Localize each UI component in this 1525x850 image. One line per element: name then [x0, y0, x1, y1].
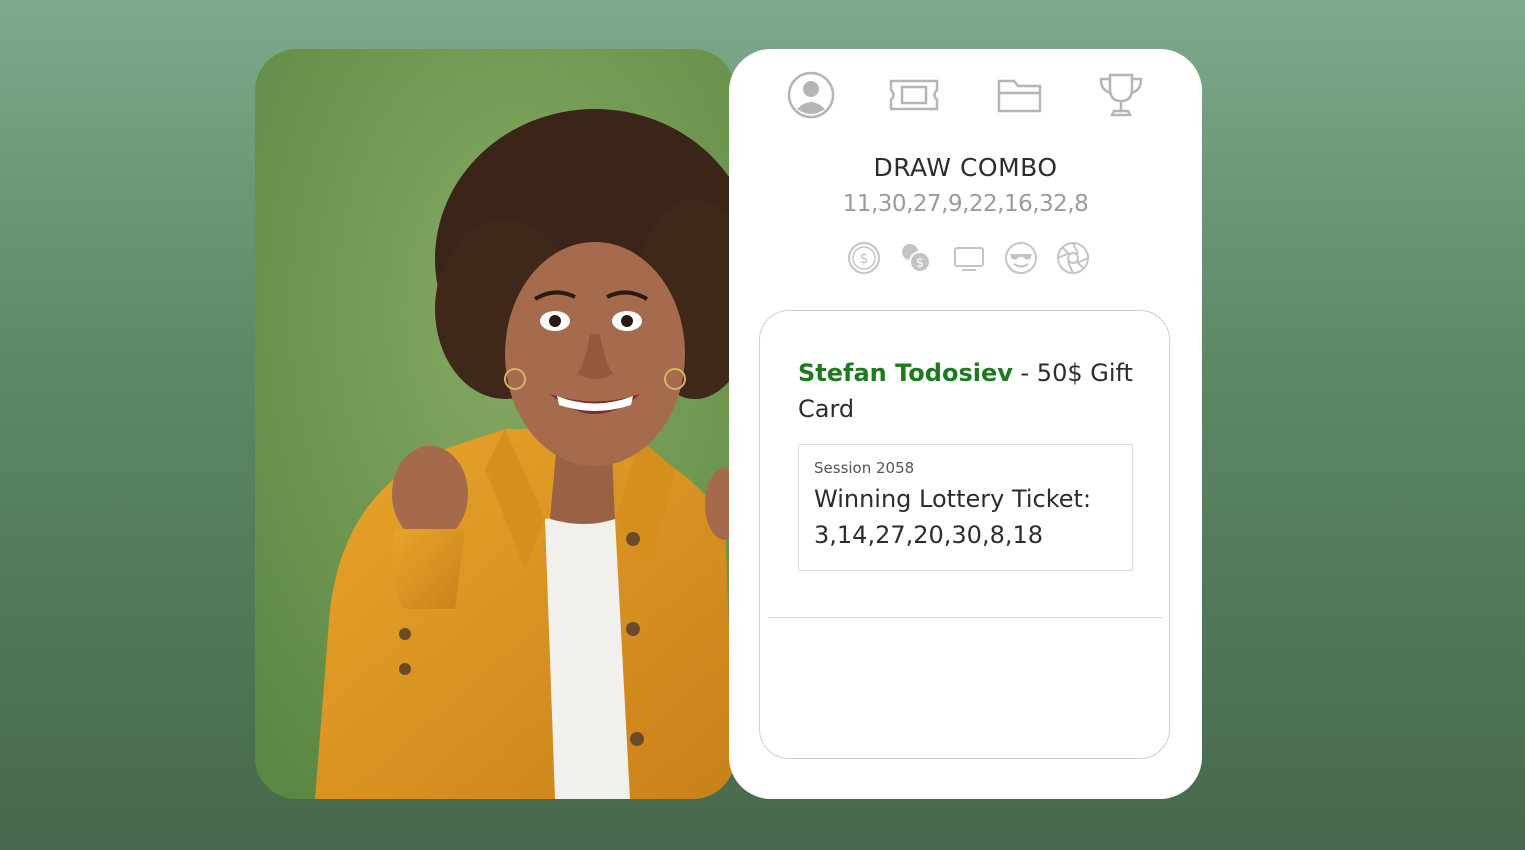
winner-announcement: Stefan Todosiev - 50$ Gift Card [798, 355, 1138, 427]
monitor-icon[interactable] [952, 241, 986, 275]
session-label: Session 2058 [814, 459, 915, 477]
svg-text:$: $ [916, 256, 924, 271]
winner-card: Stefan Todosiev - 50$ Gift Card Session … [759, 310, 1170, 759]
nav-icon-bar [729, 69, 1202, 121]
dollar-coin-icon[interactable]: $ [847, 241, 881, 275]
winner-name[interactable]: Stefan Todosiev [798, 359, 1013, 387]
aperture-icon[interactable] [1056, 241, 1090, 275]
winning-ticket-text: Winning Lottery Ticket: 3,14,27,20,30,8,… [814, 485, 1092, 549]
trophy-icon[interactable] [1095, 69, 1147, 121]
prize-icon-row: $ $ [729, 241, 1202, 275]
draw-card: DRAW COMBO 11,30,27,9,22,16,32,8 $ $ Ste… [729, 49, 1202, 799]
excited-woman-illustration [255, 49, 735, 799]
ticket-info-box: Session 2058 Winning Lottery Ticket: 3,1… [798, 444, 1133, 571]
folder-icon[interactable] [994, 69, 1046, 121]
coins-icon[interactable]: $ [899, 241, 933, 275]
divider [768, 617, 1162, 618]
svg-text:$: $ [860, 251, 869, 267]
hero-photo [255, 49, 735, 799]
draw-combo-numbers: 11,30,27,9,22,16,32,8 [842, 191, 1089, 217]
user-icon[interactable] [785, 69, 837, 121]
sunglasses-smiley-icon[interactable] [1004, 241, 1038, 275]
ticket-icon[interactable] [888, 69, 940, 121]
draw-combo-title: DRAW COMBO [873, 153, 1058, 182]
